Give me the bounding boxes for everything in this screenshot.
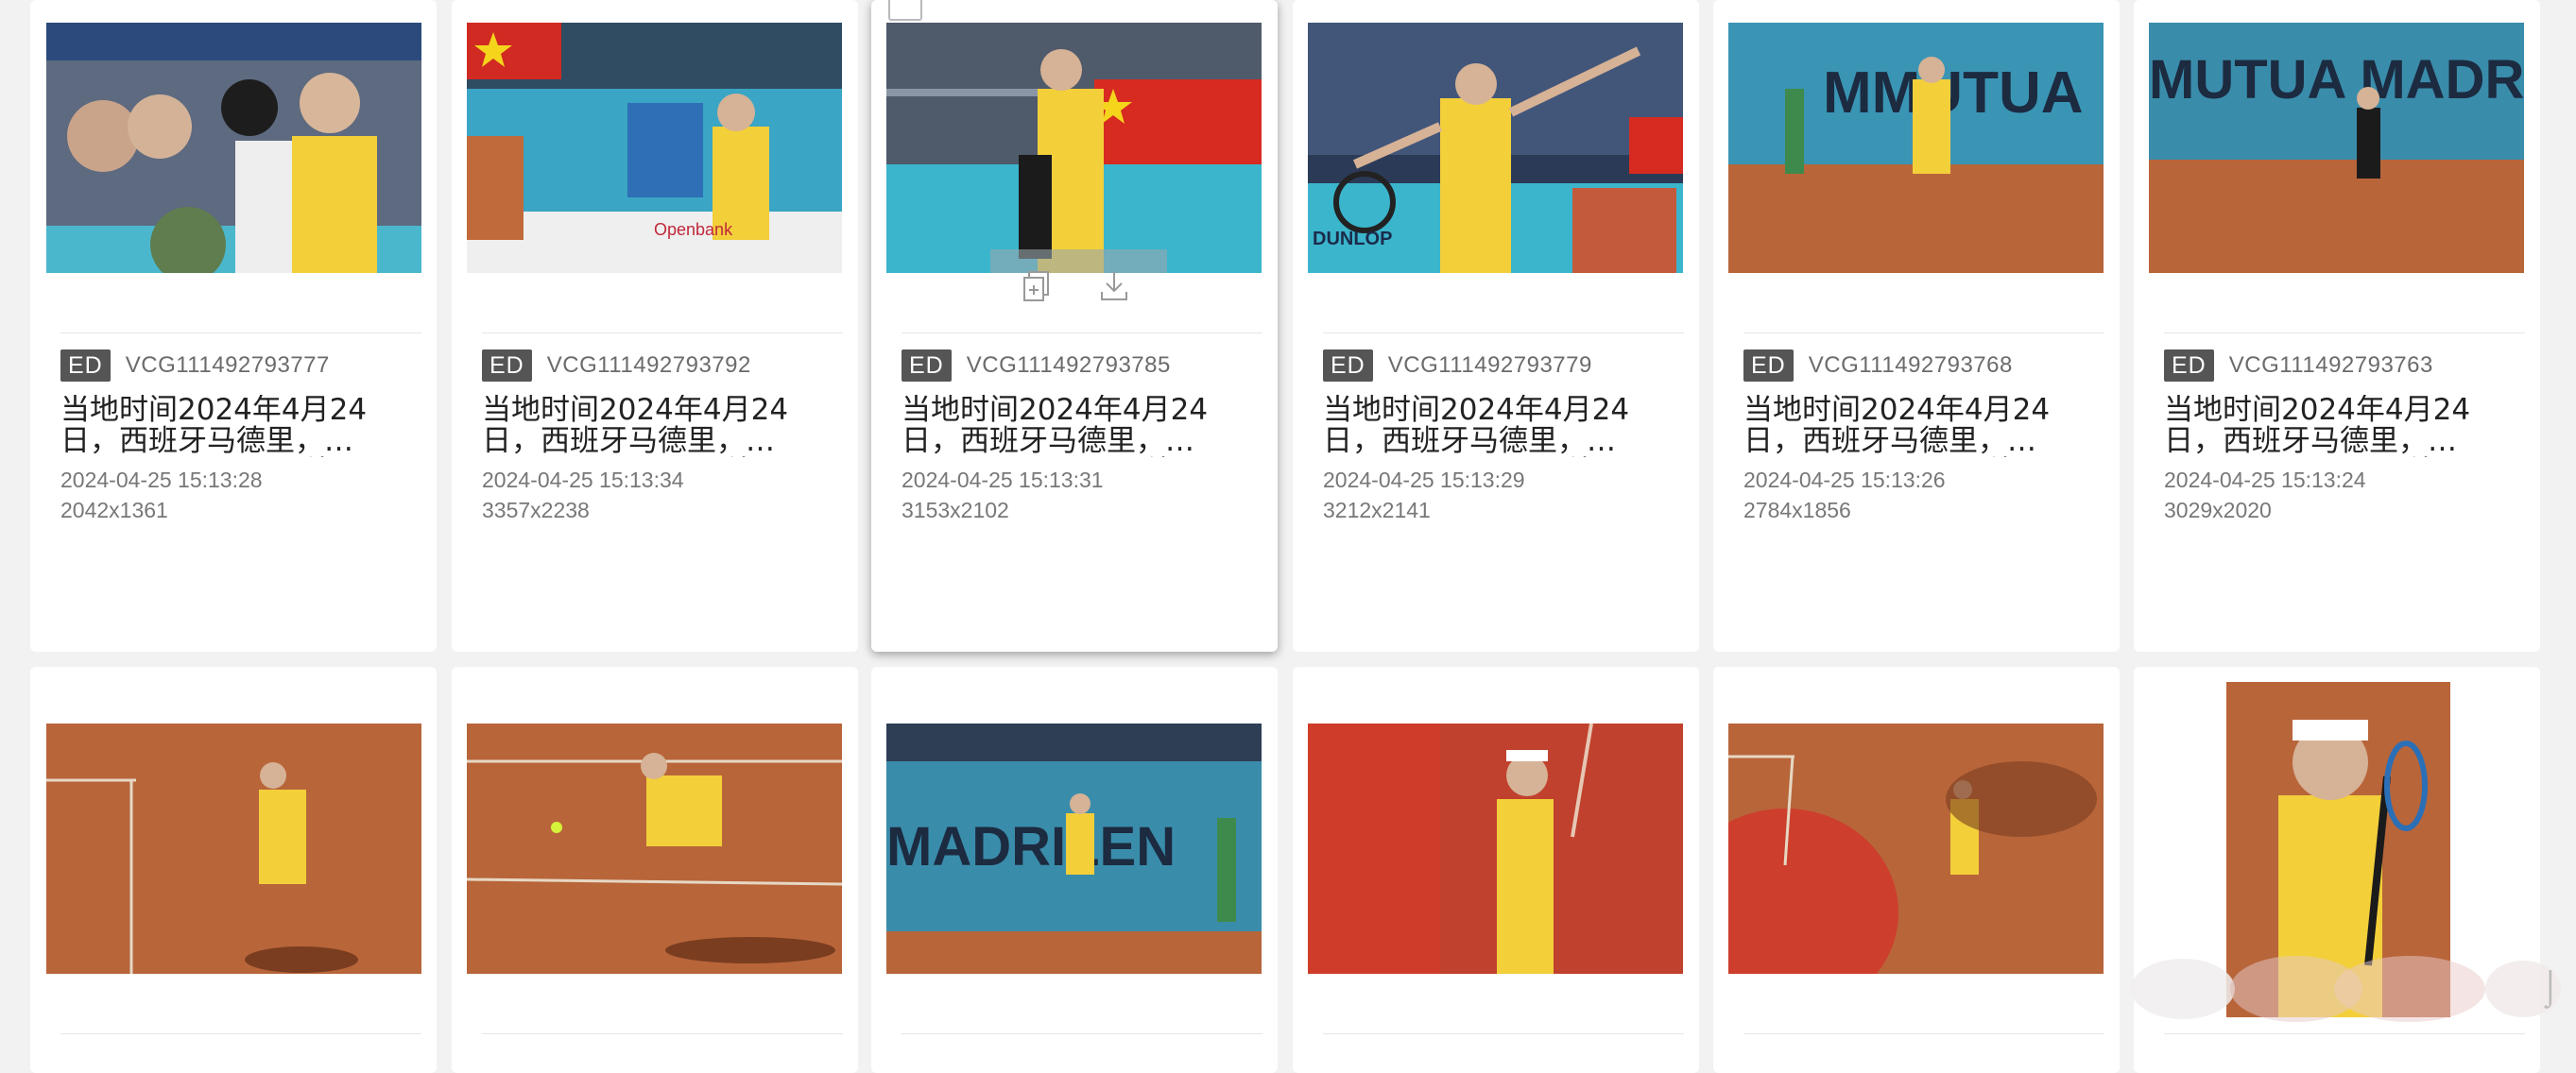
scroll-indicator-icon: ⌡ <box>2540 967 2561 1006</box>
image-id: VCG111492793779 <box>1387 352 1592 378</box>
card-divider <box>60 332 421 333</box>
image-card[interactable]: MADRILEN <box>871 667 1278 1073</box>
dunlop-sign: DUNLOP <box>1313 229 1392 249</box>
editorial-badge: ED <box>902 349 952 382</box>
image-id: VCG111492793768 <box>1808 352 2013 378</box>
image-thumbnail[interactable] <box>886 23 1262 273</box>
upload-date: 2024-04-25 15:13:26 <box>1743 468 1946 492</box>
upload-date: 2024-04-25 15:13:29 <box>1323 468 1525 492</box>
editorial-badge: ED <box>1743 349 1794 382</box>
image-title[interactable]: 当地时间2024年4月24日，西班牙马德里，2024WTA1000马德里网球公开… <box>2164 395 2516 457</box>
image-card[interactable]: DUNLOP ED VCG111492793779 当地时间2024年4月24日… <box>1293 0 1699 652</box>
card-meta: ED VCG111492793779 当地时间2024年4月24日，西班牙马德里… <box>1323 349 1674 525</box>
card-divider <box>902 1033 1262 1034</box>
card-meta: ED VCG111492793763 当地时间2024年4月24日，西班牙马德里… <box>2164 349 2516 525</box>
upload-date: 2024-04-25 15:13:34 <box>482 468 684 492</box>
image-thumbnail[interactable]: MUTUA MADRILE <box>2149 23 2524 273</box>
card-divider <box>60 1033 421 1034</box>
image-title[interactable]: 当地时间2024年4月24日，西班牙马德里，2024WTA1000马德里网球公开… <box>1743 395 2095 457</box>
image-thumbnail[interactable]: DUNLOP <box>1308 23 1683 273</box>
image-thumbnail[interactable] <box>46 23 421 273</box>
image-card[interactable]: MUTUA MADRILE ED VCG111492793763 当地时间202… <box>2134 0 2540 652</box>
card-divider <box>482 1033 843 1034</box>
image-card[interactable] <box>1713 667 2120 1073</box>
image-thumbnail[interactable] <box>1728 724 2104 974</box>
card-divider <box>1743 332 2104 333</box>
card-divider <box>1323 332 1684 333</box>
image-card[interactable]: MMUTUA ED VCG111492793768 当地时间2024年4月24日… <box>1713 0 2120 652</box>
image-card[interactable]: ED VCG111492793777 当地时间2024年4月24日，西班牙马德里… <box>30 0 437 652</box>
editorial-badge: ED <box>2164 349 2214 382</box>
image-id: VCG111492793785 <box>966 352 1171 378</box>
image-dimensions: 3357x2238 <box>482 498 590 522</box>
image-dimensions: 3029x2020 <box>2164 498 2272 522</box>
download-icon[interactable] <box>1098 269 1130 303</box>
image-card[interactable]: ED VCG111492793785 当地时间2024年4月24日，西班牙马德里… <box>871 0 1278 652</box>
card-meta: ED VCG111492793792 当地时间2024年4月24日，西班牙马德里… <box>482 349 833 525</box>
image-title[interactable]: 当地时间2024年4月24日，西班牙马德里，2024WTA1000马德里网球公开… <box>482 395 833 457</box>
select-checkbox[interactable] <box>888 0 922 21</box>
mutua-sign: MMUTUA <box>1823 60 2084 126</box>
card-meta: ED VCG111492793777 当地时间2024年4月24日，西班牙马德里… <box>60 349 412 525</box>
image-thumbnail[interactable]: Openbank <box>467 23 842 273</box>
copy-icon[interactable] <box>1021 269 1053 303</box>
editorial-badge: ED <box>60 349 111 382</box>
card-divider <box>482 332 843 333</box>
card-divider <box>902 332 1262 333</box>
upload-date: 2024-04-25 15:13:28 <box>60 468 263 492</box>
card-meta: ED VCG111492793785 当地时间2024年4月24日，西班牙马德里… <box>902 349 1253 525</box>
image-dimensions: 3153x2102 <box>902 498 1009 522</box>
card-divider <box>1323 1033 1684 1034</box>
image-id: VCG111492793792 <box>546 352 751 378</box>
image-thumbnail[interactable] <box>467 724 842 974</box>
editorial-badge: ED <box>1323 349 1373 382</box>
image-title[interactable]: 当地时间2024年4月24日，西班牙马德里，2024WTA1000马德里网球公开… <box>902 395 1253 457</box>
image-card[interactable] <box>30 667 437 1073</box>
image-card[interactable] <box>1293 667 1699 1073</box>
image-id: VCG111492793763 <box>2228 352 2433 378</box>
card-divider <box>2164 332 2525 333</box>
image-dimensions: 2042x1361 <box>60 498 168 522</box>
image-card[interactable]: Openbank ED VCG111492793792 当地时间2024年4月2… <box>452 0 858 652</box>
openbank-sign: Openbank <box>654 220 733 239</box>
image-title[interactable]: 当地时间2024年4月24日，西班牙马德里，2024WTA1000马德里网球公开… <box>60 395 412 457</box>
image-title[interactable]: 当地时间2024年4月24日，西班牙马德里，2024WTA1000马德里网球公开… <box>1323 395 1674 457</box>
card-divider <box>1743 1033 2104 1034</box>
card-meta: ED VCG111492793768 当地时间2024年4月24日，西班牙马德里… <box>1743 349 2095 525</box>
madrilen-sign: MADRILEN <box>886 816 1176 877</box>
upload-date: 2024-04-25 15:13:24 <box>2164 468 2366 492</box>
image-thumbnail[interactable]: MMUTUA <box>1728 23 2104 273</box>
image-thumbnail[interactable]: MADRILEN <box>886 724 1262 974</box>
image-card[interactable] <box>452 667 858 1073</box>
image-id: VCG111492793777 <box>125 352 330 378</box>
upload-date: 2024-04-25 15:13:31 <box>902 468 1104 492</box>
mutua-madrid-sign: MUTUA MADRILE <box>2149 49 2524 111</box>
card-divider <box>2164 1033 2525 1034</box>
image-dimensions: 3212x2141 <box>1323 498 1431 522</box>
editorial-badge: ED <box>482 349 532 382</box>
watermark-overlay <box>2126 937 2568 1031</box>
image-thumbnail[interactable] <box>46 724 421 974</box>
image-dimensions: 2784x1856 <box>1743 498 1851 522</box>
hover-toolbar <box>871 267 1278 307</box>
image-thumbnail[interactable] <box>1308 724 1683 974</box>
